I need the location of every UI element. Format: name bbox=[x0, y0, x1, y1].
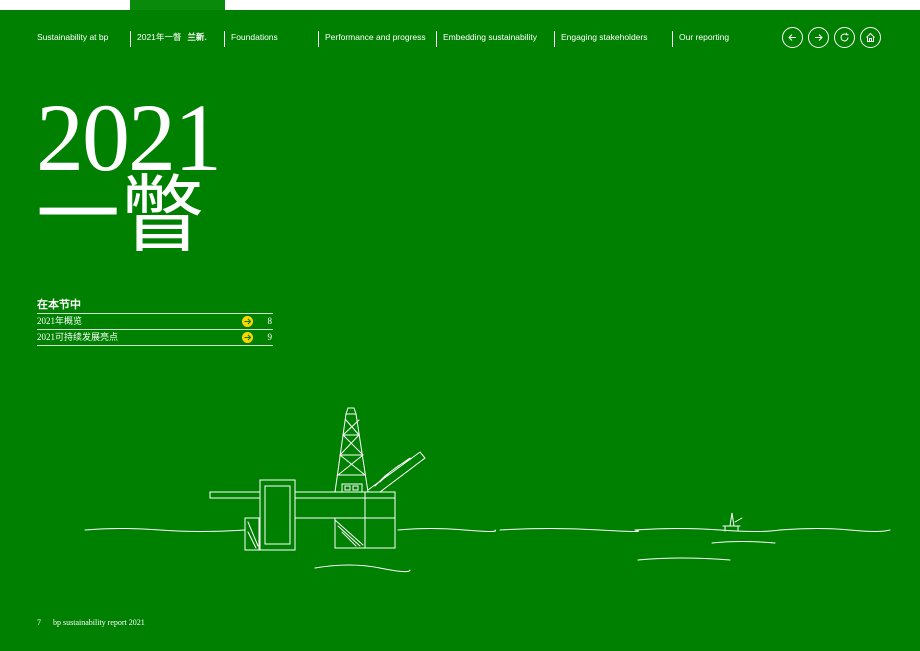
toc-page-number: 9 bbox=[267, 332, 273, 342]
in-this-section: 在本节中 2021年概览 8 2021可持续发展亮点 9 bbox=[37, 298, 273, 346]
toc-row-highlights[interactable]: 2021可持续发展亮点 9 bbox=[37, 329, 273, 346]
footer: 7 bp sustainability report 2021 bbox=[37, 618, 145, 627]
forward-arrow-icon[interactable] bbox=[808, 27, 829, 48]
nav-item-foundations[interactable]: Foundations bbox=[224, 31, 278, 47]
toc-label: 2021年概览 bbox=[37, 316, 83, 326]
oil-rig-illustration bbox=[84, 407, 891, 573]
nav-item-embedding[interactable]: Embedding sustainability bbox=[436, 31, 537, 47]
nav-item-label: Engaging stakeholders bbox=[561, 32, 648, 42]
nav-item-label: Foundations bbox=[231, 32, 278, 42]
toc-row-overview[interactable]: 2021年概览 8 bbox=[37, 313, 273, 329]
nav-item-our-reporting[interactable]: Our reporting bbox=[672, 31, 729, 47]
link-arrow-icon[interactable] bbox=[242, 316, 253, 327]
nav-item-engaging[interactable]: Engaging stakeholders bbox=[554, 31, 647, 47]
toc-page-number: 8 bbox=[267, 316, 273, 326]
top-strip bbox=[0, 0, 920, 10]
nav-item-sustainability-at-bp[interactable]: Sustainability at bp bbox=[37, 31, 108, 47]
hero-subtitle: 一瞥 bbox=[36, 166, 205, 264]
footer-page-number: 7 bbox=[37, 618, 41, 627]
nav-item-label: Our reporting bbox=[679, 32, 730, 42]
nav-item-label: Sustainability at bp bbox=[37, 32, 109, 42]
footer-title: bp sustainability report 2021 bbox=[53, 618, 145, 627]
nav-item-label: Performance and progress bbox=[325, 32, 426, 42]
link-arrow-icon[interactable] bbox=[242, 332, 253, 343]
home-icon[interactable] bbox=[860, 27, 881, 48]
toc-label: 2021可持续发展亮点 bbox=[37, 332, 119, 342]
nav-item-performance[interactable]: Performance and progress bbox=[318, 31, 426, 47]
nav-item-label: Embedding sustainability bbox=[443, 32, 538, 42]
nav-item-label: 2021年一瞥 bbox=[137, 32, 182, 42]
back-arrow-icon[interactable] bbox=[782, 27, 803, 48]
active-section-tab bbox=[130, 0, 225, 10]
nav-item-glance[interactable]: 2021年一瞥 兰新. bbox=[130, 31, 207, 47]
section-title: 在本节中 bbox=[37, 299, 81, 311]
nav-item-bold-label: 兰新. bbox=[187, 32, 207, 42]
refresh-icon[interactable] bbox=[834, 27, 855, 48]
